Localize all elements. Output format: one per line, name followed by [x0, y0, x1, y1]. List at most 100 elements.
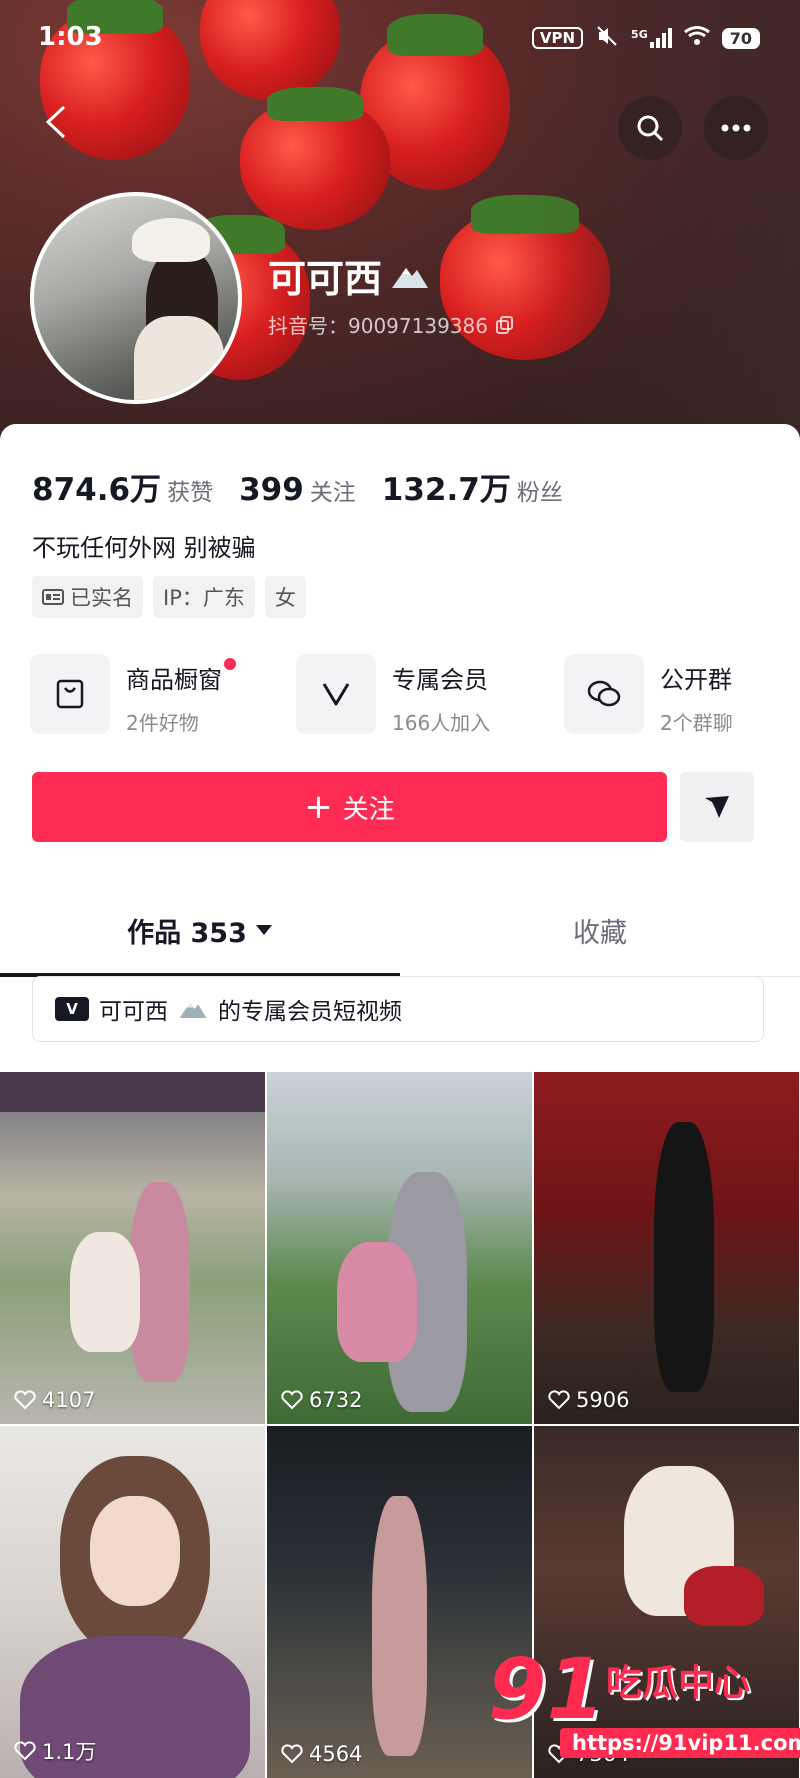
avatar-hat	[132, 218, 210, 262]
video-likes: 4107	[14, 1388, 95, 1412]
feature-title-text: 商品橱窗	[126, 666, 222, 694]
video-likes: 1.1万	[14, 1736, 96, 1766]
feature-title: 商品橱窗	[126, 658, 236, 695]
watermark-number: 91	[488, 1640, 605, 1738]
douyin-id-text: 抖音号：90097139386	[268, 314, 488, 338]
status-icons: VPN 5G 70	[531, 24, 760, 52]
member-video-icon: V	[55, 997, 89, 1021]
person-figure	[372, 1496, 427, 1756]
profile-stats: 874.6万 获赞 399 关注 132.7万 粉丝	[32, 464, 563, 509]
likes-count: 5906	[576, 1388, 630, 1412]
mute-icon	[595, 24, 619, 52]
stat-value: 132.7万	[381, 472, 511, 508]
caret-down-icon	[255, 925, 272, 935]
heart-icon	[281, 1390, 303, 1410]
video-likes: 5906	[548, 1388, 629, 1412]
stat-label: 粉丝	[516, 480, 563, 506]
site-watermark: 91 吃瓜中心 https://91vip11.com	[484, 1640, 800, 1768]
likes-count: 4107	[42, 1388, 96, 1412]
v-icon	[296, 654, 376, 734]
video-likes: 4564	[281, 1742, 362, 1766]
signal-icon: 5G	[631, 28, 672, 48]
heart-icon	[281, 1744, 303, 1764]
more-dots-icon	[721, 124, 751, 132]
copy-icon[interactable]	[495, 315, 514, 334]
chevron-left-icon	[45, 105, 66, 139]
tab-works[interactable]: 作品 353	[0, 884, 400, 976]
feature-subtitle: 2件好物	[126, 711, 199, 735]
tag-text: 女	[274, 586, 296, 610]
person-face	[90, 1496, 180, 1606]
feature-title: 公开群	[660, 666, 732, 694]
tag-ip: IP：广东	[153, 576, 255, 618]
profile-nickname: 可可西	[268, 248, 430, 303]
likes-count: 6732	[309, 1388, 363, 1412]
stat-value: 399	[239, 472, 304, 508]
avatar-body	[134, 316, 224, 400]
share-button[interactable]	[680, 772, 754, 842]
feature-row: 商品橱窗 2件好物 专属会员 166人加入 公开群 2个群聊	[30, 654, 770, 736]
id-card-icon	[42, 589, 64, 605]
watermark-text: 吃瓜中心	[606, 1663, 751, 1704]
tab-favorites-label: 收藏	[573, 917, 627, 949]
strawberry-decor	[240, 87, 390, 230]
feature-public-group[interactable]: 公开群 2个群聊	[564, 654, 733, 736]
mountain-icon	[392, 267, 429, 288]
carousel-roof	[0, 1072, 265, 1112]
plus-icon: +	[304, 787, 333, 827]
back-button[interactable]	[42, 104, 68, 148]
chat-icon	[564, 654, 644, 734]
douyin-id[interactable]: 抖音号：90097139386	[268, 310, 514, 339]
follow-label: 关注	[342, 794, 395, 825]
person-figure	[654, 1122, 714, 1392]
bag-icon	[30, 654, 110, 734]
heart-icon	[14, 1741, 36, 1761]
video-thumbnail[interactable]: 4107	[0, 1072, 265, 1424]
likes-count: 1.1万	[42, 1740, 97, 1764]
pink-scarf	[337, 1242, 417, 1362]
video-thumbnail[interactable]: 5906	[534, 1072, 799, 1424]
search-icon	[637, 115, 664, 142]
member-videos-bar[interactable]: V 可可西 的专属会员短视频	[32, 976, 764, 1042]
more-button[interactable]	[704, 96, 768, 160]
tag-gender: 女	[264, 576, 306, 618]
watermark-url: https://91vip11.com	[560, 1728, 800, 1758]
heart-icon	[548, 1390, 570, 1410]
feature-subtitle: 2个群聊	[660, 711, 733, 735]
stat-following[interactable]: 399 关注	[239, 472, 356, 508]
feature-membership[interactable]: 专属会员 166人加入	[296, 654, 490, 736]
stat-label: 关注	[309, 480, 356, 506]
tag-text: IP：广东	[163, 586, 245, 610]
carousel-horse	[70, 1232, 140, 1352]
feature-title: 专属会员	[392, 666, 488, 694]
status-time: 1:03	[38, 22, 103, 52]
tag-verified: 已实名	[32, 576, 143, 618]
video-thumbnail[interactable]: 6732	[267, 1072, 532, 1424]
content-tabs: 作品 353 收藏	[0, 884, 800, 977]
status-bar: 1:03 VPN 5G 70	[0, 0, 800, 78]
profile-card: 874.6万 获赞 399 关注 132.7万 粉丝 不玩任何外网 别被骗 已实名 I…	[0, 424, 800, 1778]
stat-value: 874.6万	[32, 472, 162, 508]
member-bar-suffix: 的专属会员短视频	[218, 999, 402, 1025]
feature-subtitle: 166人加入	[392, 711, 491, 735]
member-bar-name: 可可西	[99, 999, 168, 1025]
feature-shop-window[interactable]: 商品橱窗 2件好物	[30, 654, 236, 736]
stat-followers[interactable]: 132.7万 粉丝	[382, 464, 563, 509]
mountain-icon	[179, 1003, 207, 1018]
wifi-icon	[683, 26, 710, 50]
profile-bio: 不玩任何外网 别被骗	[32, 534, 256, 562]
send-icon	[705, 796, 729, 818]
network-type: 5G	[631, 28, 648, 41]
person-skirt	[684, 1566, 764, 1626]
search-button[interactable]	[618, 96, 682, 160]
video-likes: 6732	[281, 1388, 362, 1412]
profile-tags: 已实名 IP：广东 女	[32, 576, 306, 618]
avatar[interactable]	[30, 192, 242, 404]
nickname-text: 可可西	[268, 257, 383, 301]
follow-button[interactable]: + 关注	[32, 772, 667, 842]
video-thumbnail[interactable]: 1.1万	[0, 1426, 265, 1778]
tab-favorites[interactable]: 收藏	[400, 884, 800, 976]
tag-text: 已实名	[70, 586, 133, 610]
battery-icon: 70	[721, 27, 760, 49]
stat-likes[interactable]: 874.6万 获赞	[32, 464, 213, 509]
